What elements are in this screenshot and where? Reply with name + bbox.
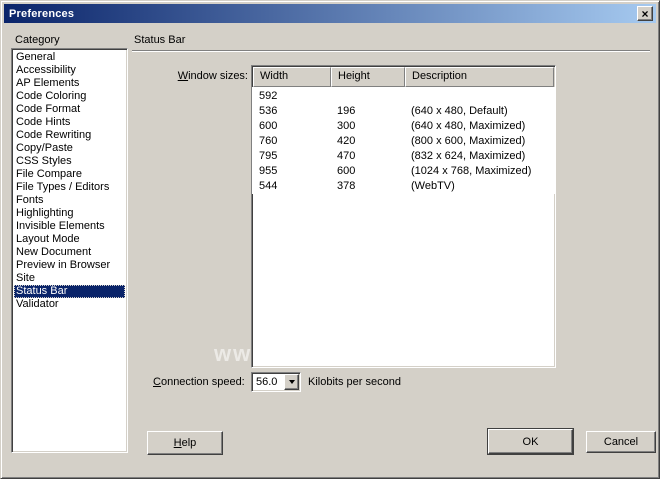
category-item-code-format[interactable]: Code Format (14, 103, 125, 116)
size-row[interactable]: 592 (252, 89, 555, 104)
chevron-down-icon (289, 380, 295, 384)
column-header-height[interactable]: Height (331, 67, 405, 87)
category-item-general[interactable]: General (14, 51, 125, 64)
connection-speed-dropdown[interactable]: 56.0 (251, 372, 301, 392)
category-item-status-bar[interactable]: Status Bar (14, 285, 125, 298)
column-header-description[interactable]: Description (405, 67, 554, 87)
column-header-width[interactable]: Width (253, 67, 331, 87)
category-item-fonts[interactable]: Fonts (14, 194, 125, 207)
connection-speed-units: Kilobits per second (308, 376, 401, 388)
connection-speed-label: Connection speed: (153, 376, 245, 388)
category-item-site[interactable]: Site (14, 272, 125, 285)
category-item-new-document[interactable]: New Document (14, 246, 125, 259)
dropdown-arrow-button[interactable] (284, 374, 299, 390)
category-item-code-hints[interactable]: Code Hints (14, 116, 125, 129)
category-item-highlighting[interactable]: Highlighting (14, 207, 125, 220)
window-sizes-list[interactable]: Width Height Description 592536196(640 x… (251, 65, 556, 368)
connection-speed-value: 56.0 (252, 376, 284, 388)
category-item-code-rewriting[interactable]: Code Rewriting (14, 129, 125, 142)
category-item-preview-in-browser[interactable]: Preview in Browser (14, 259, 125, 272)
category-item-invisible-elements[interactable]: Invisible Elements (14, 220, 125, 233)
window-sizes-label: Window sizes: (151, 70, 248, 82)
sizes-body: 592536196(640 x 480, Default)600300(640 … (252, 87, 555, 194)
window-title: Preferences (9, 8, 74, 20)
title-bar[interactable]: Preferences × (4, 4, 656, 23)
category-item-validator[interactable]: Validator (14, 298, 125, 311)
size-row[interactable]: 600300(640 x 480, Maximized) (252, 119, 555, 134)
size-row[interactable]: 760420(800 x 600, Maximized) (252, 134, 555, 149)
size-row[interactable]: 795470(832 x 624, Maximized) (252, 149, 555, 164)
category-item-copy-paste[interactable]: Copy/Paste (14, 142, 125, 155)
category-item-ap-elements[interactable]: AP Elements (14, 77, 125, 90)
category-item-accessibility[interactable]: Accessibility (14, 64, 125, 77)
preferences-dialog: Preferences × Category GeneralAccessibil… (0, 0, 660, 479)
heading-separator (132, 50, 650, 52)
category-item-layout-mode[interactable]: Layout Mode (14, 233, 125, 246)
page-title: Status Bar (134, 34, 185, 46)
help-button[interactable]: Help (147, 431, 223, 455)
close-icon: × (641, 8, 648, 20)
ok-button[interactable]: OK (488, 429, 573, 454)
category-item-css-styles[interactable]: CSS Styles (14, 155, 125, 168)
category-item-file-types-editors[interactable]: File Types / Editors (14, 181, 125, 194)
size-row[interactable]: 536196(640 x 480, Default) (252, 104, 555, 119)
size-row[interactable]: 544378(WebTV) (252, 179, 555, 194)
cancel-button[interactable]: Cancel (586, 431, 656, 453)
size-row[interactable]: 955600(1024 x 768, Maximized) (252, 164, 555, 179)
category-list[interactable]: GeneralAccessibilityAP ElementsCode Colo… (11, 48, 128, 453)
close-button[interactable]: × (637, 6, 653, 21)
category-label: Category (15, 34, 60, 46)
category-item-file-compare[interactable]: File Compare (14, 168, 125, 181)
category-item-code-coloring[interactable]: Code Coloring (14, 90, 125, 103)
sizes-header-row: Width Height Description (253, 67, 554, 87)
